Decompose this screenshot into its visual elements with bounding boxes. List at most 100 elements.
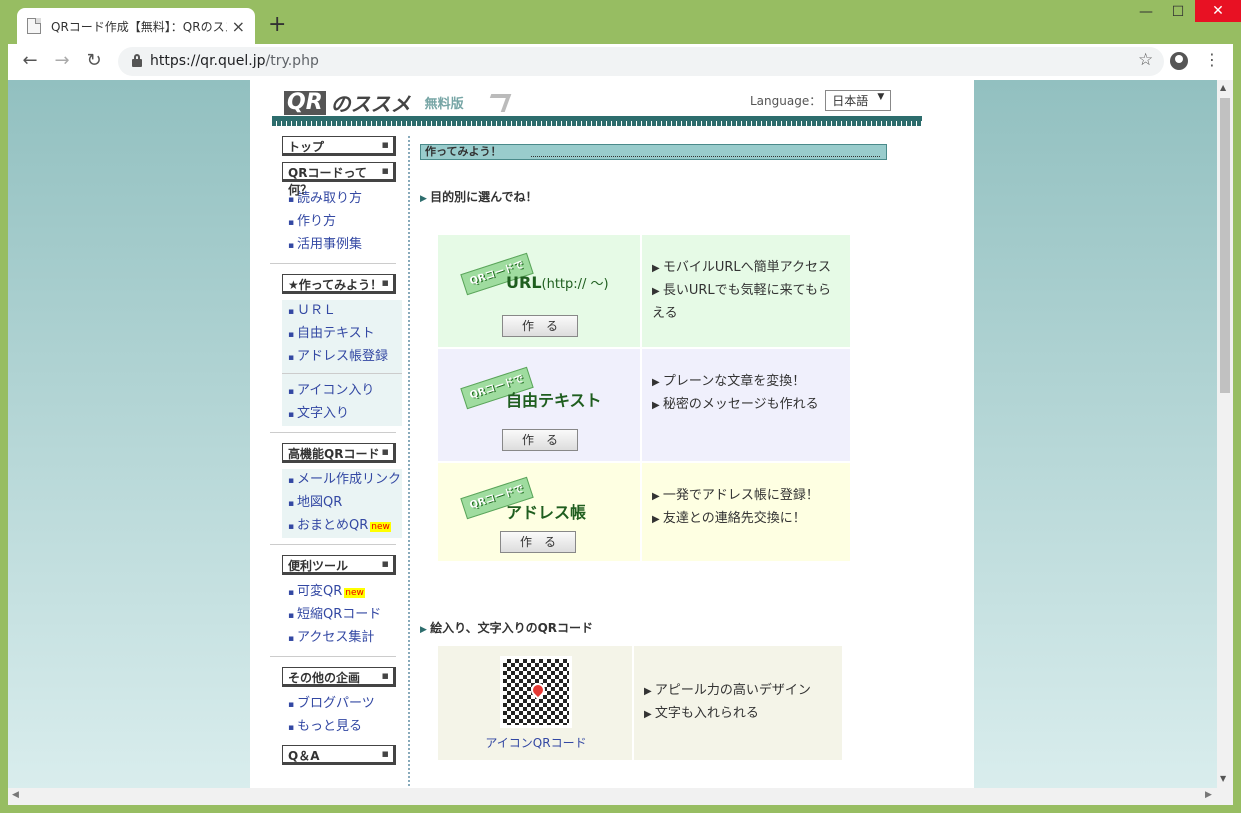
nav-other-list: ブログパーツ もっと見る: [282, 693, 402, 739]
section-title: 作ってみよう！: [420, 144, 887, 160]
card-url-title: URL(http:// ～): [506, 273, 609, 292]
horizontal-scrollbar[interactable]: ◀ ▶: [8, 788, 1233, 805]
scroll-down-icon[interactable]: ▼: [1220, 774, 1226, 783]
main-content: 作ってみよう！ 目的別に選んでね！ QRコードで URL(http:// ～) …: [420, 144, 890, 760]
card-text-point: 秘密のメッセージも作れる: [652, 394, 840, 417]
icon-qr-heading: 絵入り、文字入りのQRコード: [420, 619, 890, 636]
sidebar: トップ QRコードって何？ 読み取り方 作り方 活用事例集 ★作ってみよう！ Ｕ…: [270, 136, 402, 771]
nav-item-omatome-label: おまとめQR: [296, 518, 369, 533]
forward-icon[interactable]: →: [50, 50, 74, 71]
column-divider: [408, 136, 410, 788]
page-content: QR のススメ 無料版 Language： 日本語 ▼ トップ QRコードって何？…: [250, 80, 974, 788]
qr-type-grid: QRコードで URL(http:// ～) 作 る モバイルURLへ簡単アクセス…: [438, 235, 850, 563]
map-pin-icon: [528, 680, 548, 700]
address-bar[interactable]: https://qr.quel.jp/try.php ☆: [118, 47, 1164, 76]
logo-susume: のススメ: [330, 92, 411, 116]
section-title-text: 作ってみよう！: [425, 145, 502, 158]
card-address-point: 友達との連絡先交換に！: [652, 508, 840, 531]
title-bar: QRコード作成【無料】：QRのススメ × + — ☐ ✕: [0, 0, 1241, 44]
nav-item-mail[interactable]: メール作成リンク: [288, 469, 402, 492]
card-url-title-main: URL: [506, 273, 542, 292]
nav-try-list: ＵＲＬ 自由テキスト アドレス帳登録 アイコン入り 文字入り: [282, 300, 402, 426]
icon-qr-link[interactable]: アイコンQRコード: [438, 734, 634, 751]
maximize-button[interactable]: ☐: [1163, 4, 1193, 20]
vertical-scrollbar[interactable]: ▲ ▼: [1217, 80, 1233, 788]
icon-qr-point: 文字も入れられる: [644, 703, 832, 726]
nav-try[interactable]: ★作ってみよう！: [282, 274, 396, 294]
logo-free-edition: 無料版: [424, 97, 464, 112]
make-text-button[interactable]: 作 る: [502, 429, 578, 451]
chevron-down-icon: ▼: [877, 92, 885, 102]
nav-item-more[interactable]: もっと見る: [288, 716, 402, 739]
purpose-heading: 目的別に選んでね！: [420, 188, 890, 205]
make-address-button[interactable]: 作 る: [500, 531, 576, 553]
scroll-right-icon[interactable]: ▶: [1205, 790, 1212, 800]
nav-advanced-list: メール作成リンク 地図QR おまとめQRnew: [282, 469, 402, 538]
nav-item-variable-label: 可変QR: [296, 584, 343, 599]
nav-item-map[interactable]: 地図QR: [288, 492, 402, 515]
nav-item-variable[interactable]: 可変QRnew: [288, 581, 402, 604]
new-badge: new: [344, 588, 365, 598]
card-text-title: 自由テキスト: [506, 391, 602, 410]
nav-item-omatome[interactable]: おまとめQRnew: [288, 515, 402, 538]
nav-item-make[interactable]: 作り方: [288, 211, 402, 234]
nav-item-url[interactable]: ＵＲＬ: [288, 300, 402, 323]
card-text-point: プレーンな文章を変換！: [652, 371, 840, 394]
menu-icon[interactable]: ⋮: [1204, 50, 1220, 69]
nav-tools-list: 可変QRnew 短縮QRコード アクセス集計: [282, 581, 402, 650]
card-address-point: 一発でアドレス帳に登録！: [652, 485, 840, 508]
card-url-point: モバイルURLへ簡単アクセス: [652, 257, 840, 280]
language-select[interactable]: 日本語 ▼: [825, 90, 892, 111]
nav-other[interactable]: その他の企画: [282, 667, 396, 687]
card-icon-qr: アイコンQRコード アピール力の高いデザイン 文字も入れられる: [438, 646, 842, 760]
nav-advanced[interactable]: 高機能QRコード: [282, 443, 396, 463]
qr-code-image[interactable]: [500, 656, 572, 728]
nav-tools[interactable]: 便利ツール: [282, 555, 396, 575]
card-url: QRコードで URL(http:// ～) 作 る モバイルURLへ簡単アクセス…: [438, 235, 850, 349]
page-viewport: QR のススメ 無料版 Language： 日本語 ▼ トップ QRコードって何？…: [8, 80, 1233, 788]
new-tab-button[interactable]: +: [268, 12, 286, 37]
nav-top[interactable]: トップ: [282, 136, 396, 156]
icon-qr-point: アピール力の高いデザイン: [644, 680, 832, 703]
nav-divider: [270, 656, 396, 657]
nav-item-address[interactable]: アドレス帳登録: [288, 346, 402, 369]
tab-close-icon[interactable]: ×: [232, 17, 245, 36]
reload-icon[interactable]: ↻: [82, 50, 106, 71]
browser-window: QRコード作成【無料】：QRのススメ × + — ☐ ✕ ← → ↻ https…: [0, 0, 1241, 813]
nav-divider: [270, 544, 396, 545]
nav-item-text[interactable]: 自由テキスト: [288, 323, 402, 346]
scroll-left-icon[interactable]: ◀: [12, 790, 19, 800]
nav-item-letters[interactable]: 文字入り: [288, 403, 402, 426]
minimize-button[interactable]: —: [1131, 4, 1161, 20]
nav-item-short[interactable]: 短縮QRコード: [288, 604, 402, 627]
nav-what-is-qr[interactable]: QRコードって何？: [282, 162, 396, 197]
url-path: /try.php: [265, 53, 319, 69]
nav-what-list: 読み取り方 作り方 活用事例集: [282, 188, 402, 257]
header-divider: [272, 116, 922, 126]
nav-qa[interactable]: Q＆A: [282, 745, 396, 765]
language-label: Language：: [750, 94, 822, 108]
window-close-button[interactable]: ✕: [1195, 0, 1241, 22]
url-host: https://qr.quel.jp: [150, 53, 266, 69]
nav-divider: [270, 263, 396, 264]
nav-item-icon[interactable]: アイコン入り: [288, 380, 402, 403]
make-url-button[interactable]: 作 る: [502, 315, 578, 337]
back-icon[interactable]: ←: [18, 50, 42, 71]
url-text[interactable]: https://qr.quel.jp/try.php: [150, 53, 319, 69]
card-url-title-suffix: (http:// ～): [541, 277, 609, 292]
bookmark-star-icon[interactable]: ☆: [1138, 50, 1153, 70]
scroll-up-icon[interactable]: ▲: [1220, 83, 1226, 92]
profile-icon[interactable]: [1170, 52, 1188, 70]
nav-item-blog[interactable]: ブログパーツ: [288, 693, 402, 716]
scroll-thumb[interactable]: [1220, 98, 1230, 393]
nav-divider: [270, 432, 396, 433]
page-icon: [27, 18, 41, 34]
logo-qr: QR: [284, 90, 326, 115]
card-address-title: アドレス帳: [506, 503, 587, 522]
nav-item-access[interactable]: アクセス集計: [288, 627, 402, 650]
browser-tab[interactable]: QRコード作成【無料】：QRのススメ ×: [17, 8, 255, 44]
card-url-point: 長いURLでも気軽に来てもらえる: [652, 280, 840, 325]
card-address: QRコードで アドレス帳 作 る 一発でアドレス帳に登録！ 友達との連絡先交換に…: [438, 463, 850, 563]
site-logo[interactable]: QR のススメ 無料版: [284, 88, 511, 117]
nav-item-cases[interactable]: 活用事例集: [288, 234, 402, 257]
